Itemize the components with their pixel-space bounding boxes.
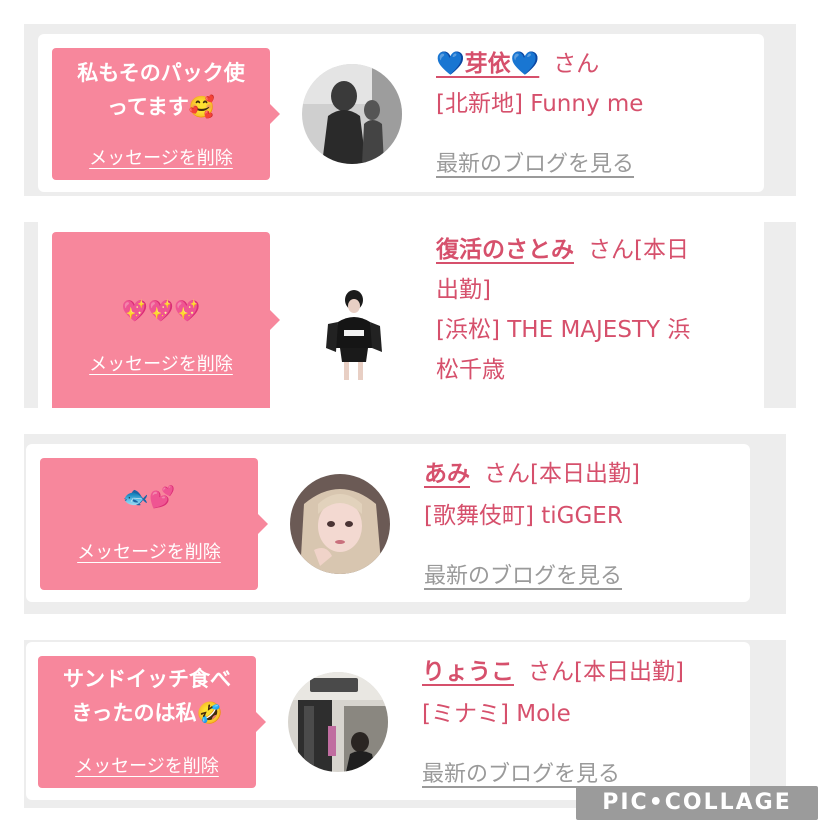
profile-info-1: 💙芽依💙 さん [北新地] Funny me xyxy=(436,44,756,124)
message-line: 私もそのパック使 xyxy=(77,61,245,85)
honorific: さん xyxy=(553,51,600,77)
shop-name-continued: 松千歳 xyxy=(436,357,505,383)
shop-name: [歌舞伎町] tiGGER xyxy=(424,503,623,529)
girl-name-link[interactable]: 💙芽依💙 xyxy=(436,51,539,77)
message-bubble-1: 私もそのパック使 ってます🥰 メッセージを削除 xyxy=(52,48,280,180)
profile-info-3: あみ さん[本日出勤] [歌舞伎町] tiGGER xyxy=(424,454,744,536)
avatar-photo xyxy=(290,474,390,574)
latest-blog-link[interactable]: 最新のブログを見る xyxy=(422,756,620,788)
message-bubble-4: サンドイッチ食べ きったのは私🤣 メッセージを削除 xyxy=(38,656,266,788)
avatar[interactable] xyxy=(302,64,402,164)
message-bubble-3: 🐟💕 メッセージを削除 xyxy=(40,458,268,590)
girl-name-link[interactable]: りょうこ xyxy=(422,659,514,685)
message-line: ってます xyxy=(106,95,189,119)
delete-message-link[interactable]: メッセージを削除 xyxy=(52,350,270,376)
shop-name: [ミナミ] Mole xyxy=(422,701,571,727)
delete-message-link[interactable]: メッセージを削除 xyxy=(52,144,270,170)
avatar-photo xyxy=(288,672,388,772)
avatar[interactable] xyxy=(290,474,390,574)
honorific: さん[本日出勤] xyxy=(484,461,640,487)
delete-message-link[interactable]: メッセージを削除 xyxy=(40,538,258,564)
smiling-face-with-hearts-icon: 🥰 xyxy=(188,95,216,119)
avatar[interactable] xyxy=(288,672,388,772)
message-bubble-2: 💖💖💖 メッセージを削除 xyxy=(52,232,280,408)
honorific-continued: 出勤] xyxy=(436,277,491,303)
girl-name-link[interactable]: 復活のさとみ xyxy=(436,237,574,263)
shop-name: [北新地] Funny me xyxy=(436,91,644,117)
message-line: サンドイッチ食べ xyxy=(63,667,231,691)
pic-collage-watermark: PIC•COLLAGE xyxy=(576,786,818,820)
fish-icon: 🐟💕 xyxy=(122,485,176,509)
message-text-3: 🐟💕 xyxy=(46,480,252,514)
delete-message-link[interactable]: メッセージを削除 xyxy=(38,752,256,778)
shop-name: [浜松] THE MAJESTY 浜 xyxy=(436,317,691,343)
honorific: さん[本日出勤] xyxy=(528,659,684,685)
message-text-4: サンドイッチ食べ きったのは私🤣 xyxy=(44,662,250,730)
message-text-2: 💖💖💖 xyxy=(58,294,264,328)
rolling-laughing-face-icon: 🤣 xyxy=(196,701,223,725)
latest-blog-link[interactable]: 最新のブログを見る xyxy=(436,146,634,178)
message-line: きったのは私 xyxy=(71,701,197,725)
profile-info-2: 復活のさとみ さん[本日 出勤] [浜松] THE MAJESTY 浜 松千歳 xyxy=(436,230,756,390)
avatar[interactable] xyxy=(302,282,402,382)
message-text-1: 私もそのパック使 ってます🥰 xyxy=(58,56,264,124)
latest-blog-link[interactable]: 最新のブログを見る xyxy=(424,558,622,590)
girl-name-link[interactable]: あみ xyxy=(424,461,470,487)
sparkling-heart-icon: 💖💖💖 xyxy=(121,299,201,323)
avatar-photo xyxy=(302,64,402,164)
honorific: さん[本日 xyxy=(588,237,689,263)
profile-info-4: りょうこ さん[本日出勤] [ミナミ] Mole xyxy=(422,652,742,734)
avatar-photo xyxy=(302,282,402,382)
